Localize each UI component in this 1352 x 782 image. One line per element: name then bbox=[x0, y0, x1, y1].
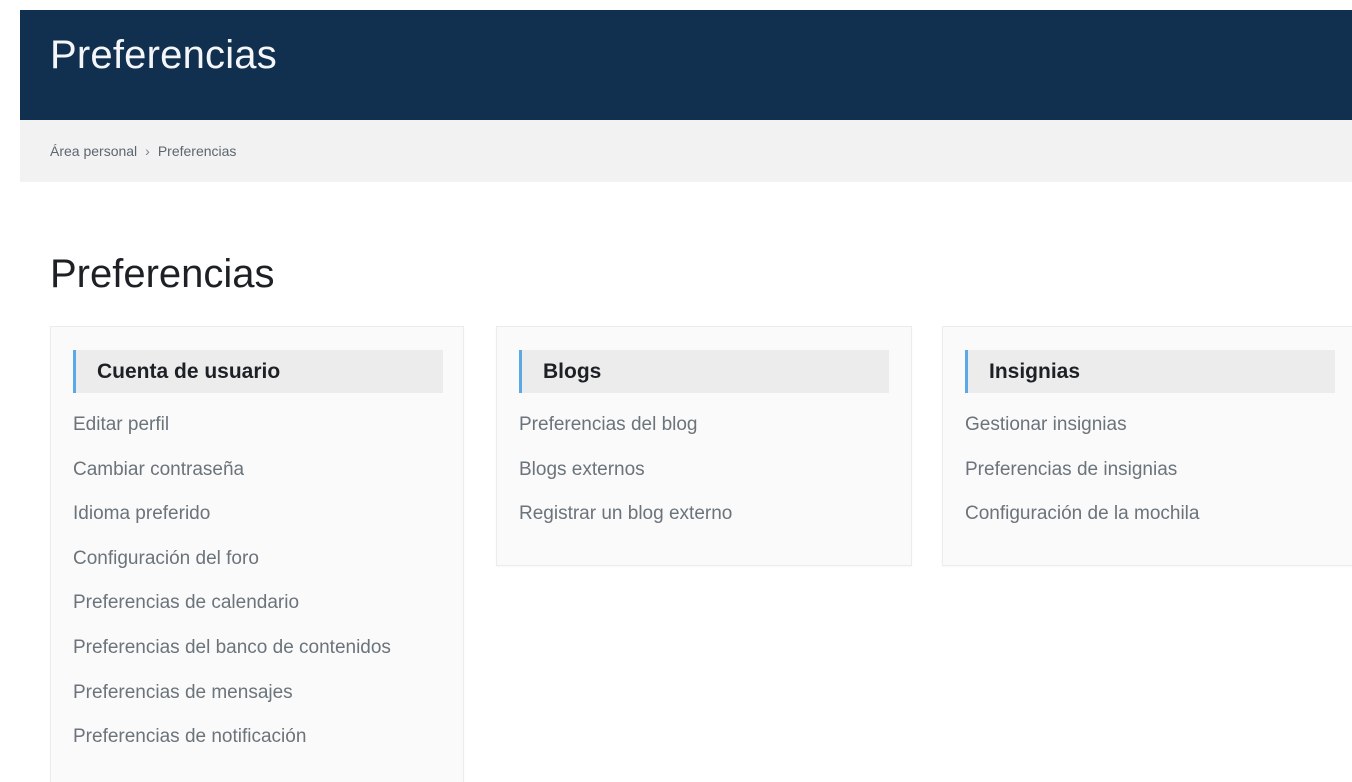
card-header: Insignias bbox=[965, 350, 1335, 393]
page-title: Preferencias bbox=[50, 252, 275, 296]
breadcrumb-separator-icon: › bbox=[145, 143, 150, 159]
breadcrumb: Área personal › Preferencias bbox=[50, 143, 236, 159]
card-title: Blogs bbox=[543, 360, 602, 383]
card-link-list: Preferencias del blog Blogs externos Reg… bbox=[519, 414, 732, 548]
card-blogs: Blogs Preferencias del blog Blogs extern… bbox=[496, 326, 912, 566]
card-user-account: Cuenta de usuario Editar perfil Cambiar … bbox=[50, 326, 464, 782]
link-manage-badges[interactable]: Gestionar insignias bbox=[965, 414, 1199, 459]
card-badges: Insignias Gestionar insignias Preferenci… bbox=[942, 326, 1352, 566]
link-forum-settings[interactable]: Configuración del foro bbox=[73, 548, 391, 593]
link-message-preferences[interactable]: Preferencias de mensajes bbox=[73, 682, 391, 727]
breadcrumb-home-link[interactable]: Área personal bbox=[50, 143, 137, 159]
card-header: Cuenta de usuario bbox=[73, 350, 443, 393]
card-link-list: Gestionar insignias Preferencias de insi… bbox=[965, 414, 1199, 548]
link-badge-preferences[interactable]: Preferencias de insignias bbox=[965, 459, 1199, 504]
link-backpack-settings[interactable]: Configuración de la mochila bbox=[965, 503, 1199, 548]
link-edit-profile[interactable]: Editar perfil bbox=[73, 414, 391, 459]
header-title: Preferencias bbox=[50, 33, 277, 77]
breadcrumb-bar: Área personal › Preferencias bbox=[20, 120, 1352, 182]
link-blog-preferences[interactable]: Preferencias del blog bbox=[519, 414, 732, 459]
card-title: Cuenta de usuario bbox=[97, 360, 281, 383]
link-content-bank-preferences[interactable]: Preferencias del banco de contenidos bbox=[73, 637, 391, 682]
card-header: Blogs bbox=[519, 350, 889, 393]
link-register-external-blog[interactable]: Registrar un blog externo bbox=[519, 503, 732, 548]
breadcrumb-current: Preferencias bbox=[157, 143, 237, 159]
link-notification-preferences[interactable]: Preferencias de notificación bbox=[73, 726, 391, 771]
link-change-password[interactable]: Cambiar contraseña bbox=[73, 459, 391, 504]
card-title: Insignias bbox=[989, 360, 1081, 383]
link-external-blogs[interactable]: Blogs externos bbox=[519, 459, 732, 504]
link-calendar-preferences[interactable]: Preferencias de calendario bbox=[73, 592, 391, 637]
card-link-list: Editar perfil Cambiar contraseña Idioma … bbox=[73, 414, 391, 771]
link-preferred-language[interactable]: Idioma preferido bbox=[73, 503, 391, 548]
page: Preferencias Área personal › Preferencia… bbox=[0, 0, 1352, 782]
page-header-bar: Preferencias bbox=[20, 10, 1352, 120]
